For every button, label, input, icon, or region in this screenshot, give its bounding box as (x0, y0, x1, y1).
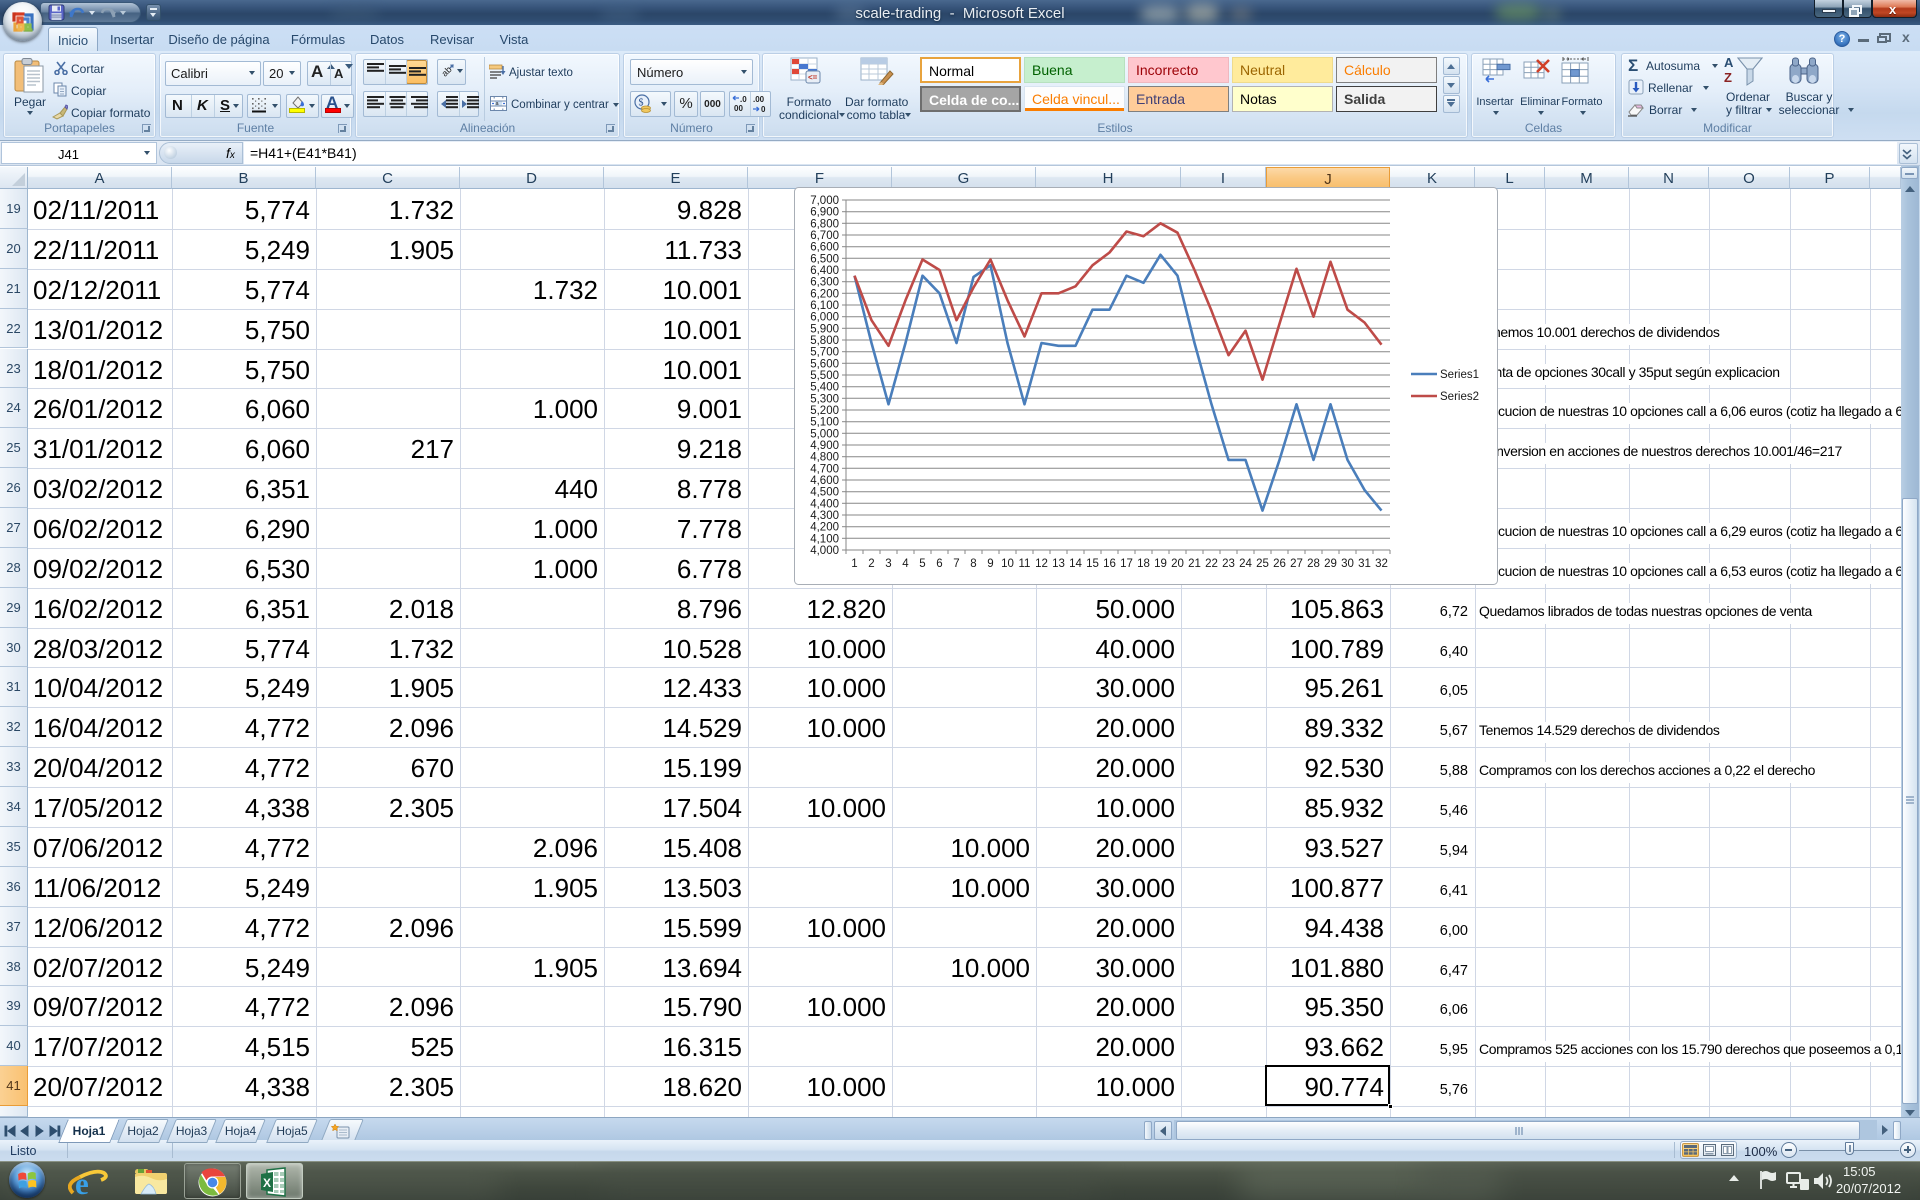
svg-text:15: 15 (1086, 558, 1099, 570)
svg-text:10: 10 (1001, 558, 1014, 570)
svg-text:6,000: 6,000 (810, 312, 839, 324)
svg-text:25: 25 (1256, 558, 1269, 570)
svg-text:23: 23 (1222, 558, 1235, 570)
svg-text:4,500: 4,500 (810, 487, 839, 499)
svg-text:7,000: 7,000 (810, 195, 839, 207)
svg-text:5,800: 5,800 (810, 335, 839, 347)
svg-text:14: 14 (1069, 558, 1082, 570)
svg-text:Series2: Series2 (1440, 391, 1479, 403)
svg-text:6,800: 6,800 (810, 218, 839, 230)
svg-text:6,600: 6,600 (810, 242, 839, 254)
svg-text:6,300: 6,300 (810, 277, 839, 289)
svg-text:30: 30 (1341, 558, 1354, 570)
svg-text:11: 11 (1019, 558, 1031, 570)
svg-text:4,600: 4,600 (810, 475, 839, 487)
svg-text:0: 0 (761, 105, 766, 114)
svg-text:4,400: 4,400 (810, 498, 839, 510)
svg-text:4,300: 4,300 (810, 510, 839, 522)
svg-text:<=: <= (808, 73, 818, 82)
svg-text:4,800: 4,800 (810, 452, 839, 464)
svg-text:e: e (75, 1166, 89, 1199)
svg-text:31: 31 (1358, 558, 1371, 570)
svg-text:12: 12 (1035, 558, 1048, 570)
svg-text:3: 3 (885, 558, 891, 570)
svg-text:5,600: 5,600 (810, 358, 839, 370)
svg-text:6: 6 (936, 558, 942, 570)
svg-text:6,700: 6,700 (810, 230, 839, 242)
svg-text:7: 7 (953, 558, 959, 570)
svg-text:5,300: 5,300 (810, 393, 839, 405)
svg-text:5,900: 5,900 (810, 323, 839, 335)
svg-text:1: 1 (851, 558, 857, 570)
svg-text:29: 29 (1324, 558, 1337, 570)
svg-text:6,100: 6,100 (810, 300, 839, 312)
svg-text:4,700: 4,700 (810, 463, 839, 475)
svg-text:4,200: 4,200 (810, 522, 839, 534)
svg-text:4: 4 (902, 558, 909, 570)
svg-text:16: 16 (1103, 558, 1116, 570)
svg-text:5,400: 5,400 (810, 382, 839, 394)
svg-text:27: 27 (1290, 558, 1303, 570)
svg-text:.00: .00 (753, 95, 765, 104)
svg-text:5,500: 5,500 (810, 370, 839, 382)
svg-text:6,400: 6,400 (810, 265, 839, 277)
svg-text:5,200: 5,200 (810, 405, 839, 417)
svg-text:00: 00 (734, 104, 743, 113)
svg-text:6,500: 6,500 (810, 253, 839, 265)
svg-text:5: 5 (919, 558, 925, 570)
svg-text:6,200: 6,200 (810, 288, 839, 300)
svg-text:6,900: 6,900 (810, 207, 839, 219)
svg-text:18: 18 (1137, 558, 1150, 570)
svg-text:19: 19 (1154, 558, 1167, 570)
svg-text:24: 24 (1239, 558, 1252, 570)
svg-text:Series1: Series1 (1440, 369, 1479, 381)
svg-text:.0: .0 (740, 95, 747, 104)
svg-text:22: 22 (1205, 558, 1218, 570)
svg-text:26: 26 (1273, 558, 1286, 570)
svg-text:4,000: 4,000 (810, 545, 839, 557)
svg-text:5,700: 5,700 (810, 347, 839, 359)
svg-text:2: 2 (868, 558, 874, 570)
svg-text:X: X (263, 1176, 271, 1190)
svg-text:13: 13 (1052, 558, 1065, 570)
svg-text:4,900: 4,900 (810, 440, 839, 452)
svg-text:32: 32 (1375, 558, 1388, 570)
svg-text:5,100: 5,100 (810, 417, 839, 429)
svg-text:9: 9 (987, 558, 993, 570)
svg-text:4,100: 4,100 (810, 533, 839, 545)
svg-text:5,000: 5,000 (810, 428, 839, 440)
svg-text:28: 28 (1307, 558, 1320, 570)
svg-text:21: 21 (1188, 558, 1201, 570)
svg-text:20: 20 (1171, 558, 1184, 570)
svg-text:17: 17 (1120, 558, 1133, 570)
svg-text:8: 8 (970, 558, 976, 570)
